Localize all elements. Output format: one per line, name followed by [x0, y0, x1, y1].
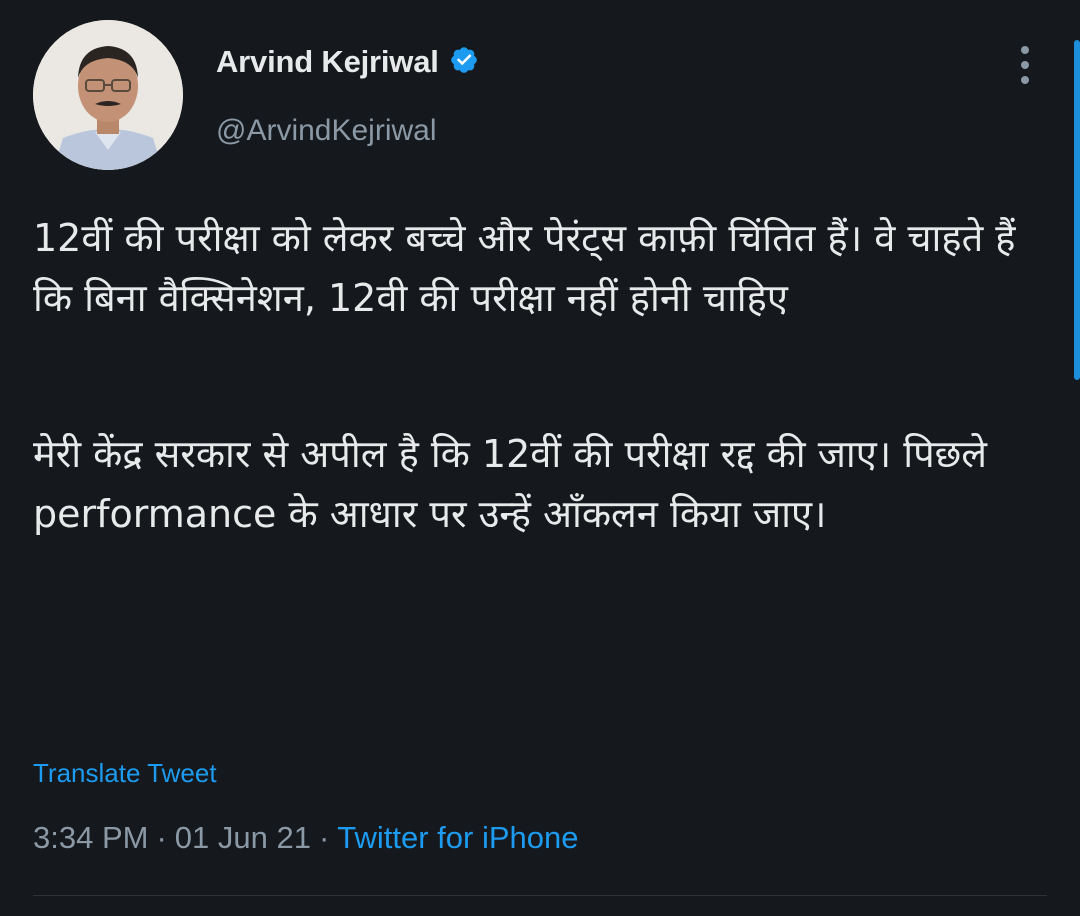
avatar[interactable]: [33, 20, 183, 170]
verified-badge-icon: [449, 45, 479, 80]
tweet-meta: 3:34 PM · 01 Jun 21 · Twitter for iPhone: [33, 820, 579, 856]
tweet-paragraph-1: 12वीं की परीक्षा को लेकर बच्चे और पेरंट्…: [33, 216, 1016, 320]
avatar-image: [33, 20, 183, 170]
author-handle[interactable]: @ArvindKejriwal: [216, 114, 437, 148]
more-dot: [1021, 46, 1029, 54]
tweet-text: 12वीं की परीक्षा को लेकर बच्चे और पेरंट्…: [33, 208, 1043, 544]
more-dot: [1021, 76, 1029, 84]
tweet-card: Arvind Kejriwal @ArvindKejriwal 12वीं की…: [0, 0, 1080, 916]
tweet-source[interactable]: Twitter for iPhone: [337, 820, 578, 856]
tweet-paragraph-2: मेरी केंद्र सरकार से अपील है कि 12वीं की…: [33, 432, 988, 536]
more-dot: [1021, 61, 1029, 69]
more-options-icon[interactable]: [1008, 42, 1042, 88]
translate-tweet-link[interactable]: Translate Tweet: [33, 758, 217, 789]
tweet-time[interactable]: 3:34 PM: [33, 820, 148, 856]
divider: [33, 895, 1047, 896]
meta-separator: ·: [318, 820, 330, 855]
author-name-row[interactable]: Arvind Kejriwal: [216, 44, 479, 80]
scrollbar[interactable]: [1074, 40, 1080, 380]
meta-separator: ·: [156, 820, 167, 855]
tweet-date[interactable]: 01 Jun 21: [175, 820, 311, 856]
author-name[interactable]: Arvind Kejriwal: [216, 44, 439, 80]
